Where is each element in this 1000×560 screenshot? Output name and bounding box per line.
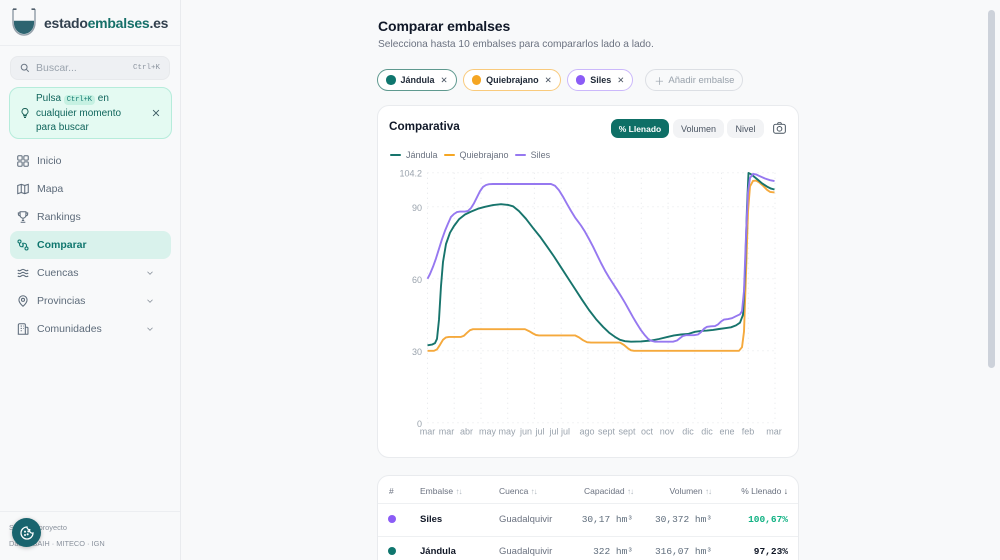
svg-text:60: 60 bbox=[412, 275, 422, 285]
svg-text:jul: jul bbox=[548, 427, 558, 437]
svg-text:jul: jul bbox=[560, 427, 570, 437]
svg-text:mar: mar bbox=[766, 427, 782, 437]
svg-text:dic: dic bbox=[701, 427, 713, 437]
svg-text:may: may bbox=[498, 427, 516, 437]
svg-text:90: 90 bbox=[412, 203, 422, 213]
svg-text:jun: jun bbox=[519, 427, 532, 437]
svg-text:mar: mar bbox=[439, 427, 455, 437]
svg-text:mar: mar bbox=[420, 427, 436, 437]
svg-text:30: 30 bbox=[412, 347, 422, 357]
svg-text:dic: dic bbox=[682, 427, 694, 437]
svg-text:oct: oct bbox=[641, 427, 654, 437]
svg-text:sept: sept bbox=[618, 427, 636, 437]
svg-text:nov: nov bbox=[660, 427, 675, 437]
svg-text:sept: sept bbox=[598, 427, 616, 437]
svg-text:ago: ago bbox=[579, 427, 594, 437]
svg-text:abr: abr bbox=[460, 427, 473, 437]
svg-text:may: may bbox=[479, 427, 497, 437]
svg-text:jul: jul bbox=[534, 427, 544, 437]
svg-text:ene: ene bbox=[719, 427, 734, 437]
svg-text:104.2: 104.2 bbox=[399, 169, 422, 179]
svg-text:feb: feb bbox=[742, 427, 755, 437]
